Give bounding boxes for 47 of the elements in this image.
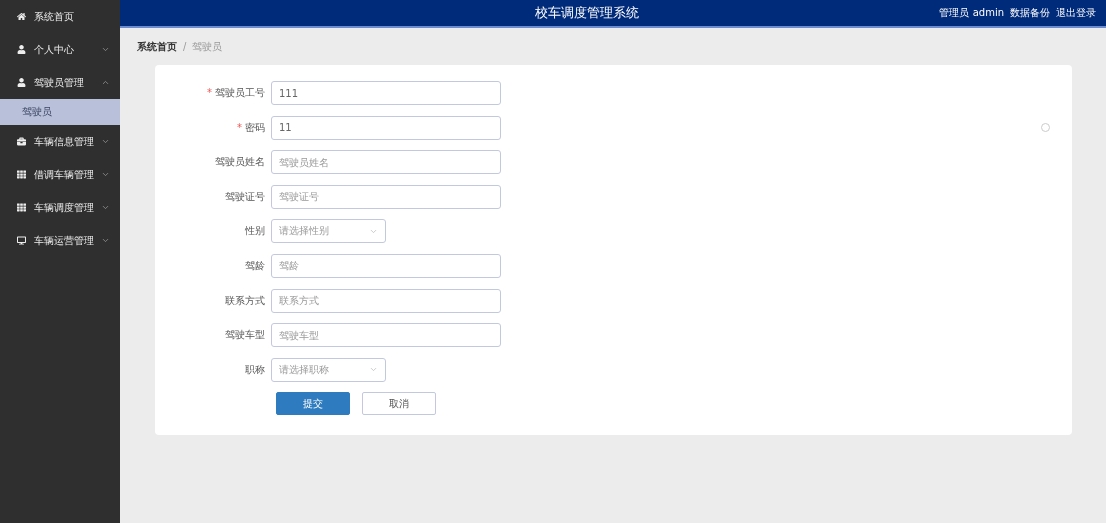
field-label: 驾驶员姓名 <box>215 156 265 168</box>
app-title: 校车调度管理系统 <box>533 4 640 22</box>
sidebar-item[interactable]: 驾驶员管理 <box>0 66 120 99</box>
field-label: 联系方式 <box>225 294 265 306</box>
chevron-down-icon <box>101 203 110 212</box>
user-label: 管理员 admin <box>939 6 1004 20</box>
sidebar-item[interactable]: 系统首页 <box>0 0 120 33</box>
breadcrumb-separator: / <box>183 41 187 52</box>
header-link[interactable]: 数据备份 <box>1010 6 1050 20</box>
input-field[interactable]: 驾驶证号 <box>271 184 501 209</box>
sidebar-item[interactable]: 个人中心 <box>0 33 120 66</box>
field-label: 密码 <box>245 121 265 133</box>
header-link[interactable]: 退出登录 <box>1056 6 1096 20</box>
field-label: 驾龄 <box>245 259 265 271</box>
sidebar-item[interactable]: 借调车辆管理 <box>0 158 120 191</box>
home-icon <box>17 12 26 21</box>
input-field[interactable]: 11 <box>271 115 501 140</box>
input-field[interactable]: 驾驶员姓名 <box>271 150 501 175</box>
field-label: 驾驶员工号 <box>215 87 265 98</box>
grid-icon <box>17 170 26 179</box>
required-mark: * <box>237 121 242 133</box>
sidebar-item[interactable]: 车辆调度管理 <box>0 191 120 224</box>
chevron-down-icon <box>101 137 110 146</box>
input-field[interactable]: 联系方式 <box>271 288 501 313</box>
monitor-icon <box>17 236 26 245</box>
field-label: 驾驶证号 <box>225 190 265 202</box>
grid-icon <box>17 203 26 212</box>
field-label: 职称 <box>245 363 265 375</box>
field-label: 驾驶车型 <box>225 329 265 341</box>
briefcase-icon <box>17 137 26 146</box>
submit-button[interactable]: 提交 <box>276 392 350 416</box>
breadcrumb-item[interactable]: 系统首页 <box>137 39 177 54</box>
required-mark: * <box>207 87 212 98</box>
user-icon <box>17 45 26 54</box>
input-field[interactable]: 111 <box>271 81 501 105</box>
input-field[interactable]: 驾龄 <box>271 253 501 278</box>
input-field[interactable]: 驾驶车型 <box>271 323 501 348</box>
sidebar-item[interactable]: 车辆运营管理 <box>0 224 120 257</box>
chevron-down-icon <box>101 236 110 245</box>
chevron-up-icon <box>101 78 110 87</box>
chevron-down-icon <box>101 170 110 179</box>
user-icon <box>17 78 26 87</box>
sidebar-subitem[interactable]: 驾驶员 <box>0 99 120 125</box>
chevron-down-icon <box>101 45 110 54</box>
field-label: 性别 <box>245 225 265 237</box>
sidebar-item[interactable]: 车辆信息管理 <box>0 125 120 158</box>
cancel-button[interactable]: 取消 <box>362 392 436 416</box>
